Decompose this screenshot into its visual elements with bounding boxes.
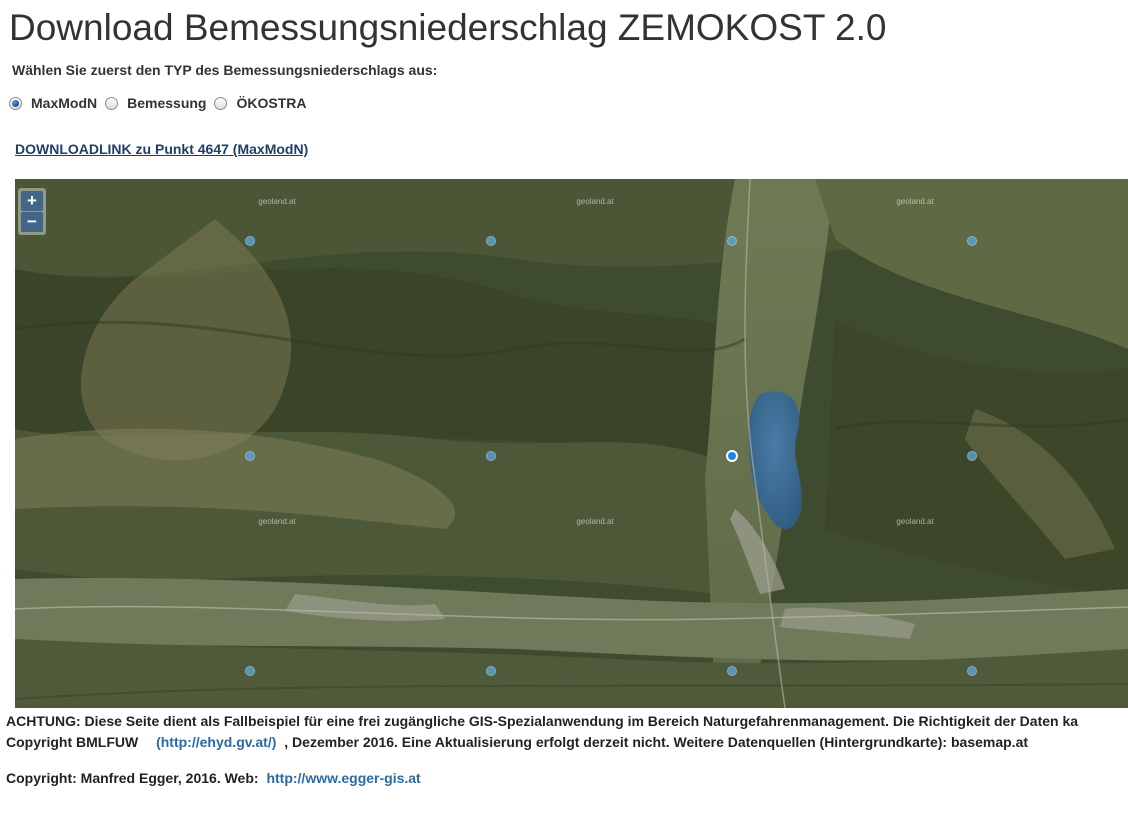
selected-map-point[interactable] bbox=[726, 450, 738, 462]
zoom-control: + − bbox=[18, 188, 46, 235]
map-point[interactable] bbox=[486, 451, 496, 461]
type-instruction: Wählen Sie zuerst den TYP des Bemessungs… bbox=[12, 62, 438, 78]
radio-option-bemessung[interactable]: Bemessung bbox=[105, 95, 206, 111]
map-watermark: geoland.at bbox=[258, 517, 296, 526]
map-point[interactable] bbox=[245, 666, 255, 676]
map-watermark: geoland.at bbox=[576, 197, 614, 206]
map-point[interactable] bbox=[727, 236, 737, 246]
radio-bemessung[interactable] bbox=[105, 96, 119, 110]
map-watermark: geoland.at bbox=[576, 517, 614, 526]
egger-gis-link[interactable]: http://www.egger-gis.at bbox=[266, 770, 420, 786]
ehyd-link[interactable]: (http://ehyd.gv.at/) bbox=[156, 734, 276, 750]
map-watermark: geoland.at bbox=[896, 517, 934, 526]
disclaimer-line-2: Copyright BMLFUW (http://ehyd.gv.at/) , … bbox=[6, 732, 1128, 753]
radio-option-oekostra[interactable]: ÖKOSTRA bbox=[214, 95, 306, 111]
radio-label-maxmodn: MaxModN bbox=[31, 95, 98, 111]
map-point[interactable] bbox=[967, 236, 977, 246]
zoom-in-button[interactable]: + bbox=[21, 191, 43, 211]
map-point[interactable] bbox=[967, 451, 977, 461]
map-point[interactable] bbox=[967, 666, 977, 676]
map-point[interactable] bbox=[245, 236, 255, 246]
copyright-bmlfuw: Copyright BMLFUW bbox=[6, 734, 139, 750]
radio-label-oekostra: ÖKOSTRA bbox=[236, 95, 307, 111]
page-title: Download Bemessungsniederschlag ZEMOKOST… bbox=[9, 7, 887, 48]
radio-option-maxmodn[interactable]: MaxModN bbox=[9, 95, 97, 111]
map-point[interactable] bbox=[245, 451, 255, 461]
download-link[interactable]: DOWNLOADLINK zu Punkt 4647 (MaxModN) bbox=[15, 141, 308, 157]
footer-copyright: Copyright: Manfred Egger, 2016. Web: bbox=[6, 770, 259, 786]
copyright-suffix: , Dezember 2016. Eine Aktualisierung erf… bbox=[284, 734, 1029, 750]
map-watermark: geoland.at bbox=[258, 197, 296, 206]
type-radio-group: MaxModN Bemessung ÖKOSTRA bbox=[9, 92, 314, 114]
radio-label-bemessung: Bemessung bbox=[127, 95, 207, 111]
map-point[interactable] bbox=[727, 666, 737, 676]
map-point[interactable] bbox=[486, 236, 496, 246]
zoom-out-button[interactable]: − bbox=[21, 212, 43, 232]
radio-maxmodn[interactable] bbox=[9, 96, 22, 110]
map-watermark: geoland.at bbox=[896, 197, 934, 206]
radio-oekostra[interactable] bbox=[214, 96, 228, 110]
disclaimer-line-1: ACHTUNG: Diese Seite dient als Fallbeisp… bbox=[6, 713, 1079, 729]
footer: Copyright: Manfred Egger, 2016. Web: htt… bbox=[6, 770, 421, 786]
aerial-map[interactable]: geoland.at geoland.at geoland.at geoland.at… bbox=[15, 179, 1128, 708]
map-point[interactable] bbox=[486, 666, 496, 676]
map-imagery bbox=[15, 179, 1128, 708]
disclaimer: ACHTUNG: Diese Seite dient als Fallbeisp… bbox=[6, 711, 1128, 753]
